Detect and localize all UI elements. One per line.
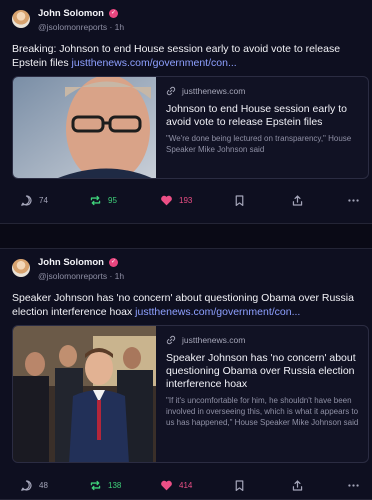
verified-icon: ✓	[108, 8, 118, 18]
bookmark-icon	[235, 479, 244, 491]
share-icon	[292, 479, 303, 491]
reply-count: 48	[39, 480, 48, 490]
repost-icon	[90, 195, 101, 205]
bookmark-button[interactable]	[233, 475, 246, 495]
verified-icon: ✓	[108, 257, 118, 267]
bookmark-icon	[235, 194, 244, 206]
feed-separator	[0, 224, 372, 248]
share-button[interactable]	[291, 475, 304, 495]
more-button[interactable]	[347, 190, 360, 210]
post-1[interactable]: John Solomon ✓ @jsolomonreports · 1h Bre…	[0, 0, 372, 224]
card-thumbnail	[13, 77, 156, 178]
repost-button[interactable]: 95	[89, 190, 117, 210]
link-card[interactable]: justthenews.com Johnson to end House ses…	[12, 76, 369, 179]
repost-count: 138	[108, 480, 122, 490]
card-description: "If it's uncomfortable for him, he shoul…	[166, 396, 359, 427]
post-meta: @jsolomonreports · 1h	[38, 22, 125, 32]
link-card[interactable]: justthenews.com Speaker Johnson has 'no …	[12, 325, 369, 463]
heart-icon	[161, 480, 172, 490]
link-icon	[166, 86, 176, 96]
post-link[interactable]: justthenews.com/government/con...	[135, 306, 300, 318]
reply-button[interactable]: 74	[20, 190, 48, 210]
like-count: 193	[179, 195, 193, 205]
post-time: 1h	[114, 271, 125, 281]
post-text: Speaker Johnson has 'no concern' about q…	[12, 292, 354, 318]
share-button[interactable]	[291, 190, 304, 210]
post-meta: @jsolomonreports · 1h	[38, 271, 125, 281]
card-domain: justthenews.com	[182, 335, 246, 345]
author-handle: @jsolomonreports	[38, 22, 108, 32]
post-time: 1h	[114, 22, 125, 32]
reply-button[interactable]: 48	[20, 475, 48, 495]
more-button[interactable]	[347, 475, 360, 495]
card-domain: justthenews.com	[182, 86, 246, 96]
post-2[interactable]: John Solomon ✓ @jsolomonreports · 1h Spe…	[0, 248, 372, 500]
card-title: Johnson to end House session early to av…	[166, 103, 347, 128]
author-name[interactable]: John Solomon	[38, 257, 104, 268]
post-header: John Solomon ✓ @jsolomonreports · 1h	[12, 6, 124, 32]
post-link[interactable]: justthenews.com/government/con...	[72, 57, 237, 69]
like-count: 414	[179, 480, 193, 490]
card-title: Speaker Johnson has 'no concern' about q…	[166, 352, 356, 390]
card-thumbnail	[13, 326, 156, 462]
like-button[interactable]: 193	[160, 190, 192, 210]
repost-button[interactable]: 138	[89, 475, 121, 495]
more-icon	[348, 198, 359, 202]
card-domain-row: justthenews.com	[166, 85, 360, 97]
author-handle: @jsolomonreports	[38, 271, 108, 281]
heart-icon	[161, 195, 172, 205]
post-text: Breaking: Johnson to end House session e…	[12, 43, 341, 69]
link-icon	[166, 335, 176, 345]
avatar[interactable]	[12, 259, 30, 277]
card-domain-row: justthenews.com	[166, 334, 360, 346]
post-actions: 48 138 414	[0, 475, 372, 495]
bookmark-button[interactable]	[233, 190, 246, 210]
like-button[interactable]: 414	[160, 475, 192, 495]
share-icon	[292, 194, 303, 206]
reply-icon	[21, 479, 32, 491]
avatar[interactable]	[12, 10, 30, 28]
more-icon	[348, 483, 359, 487]
author-name[interactable]: John Solomon	[38, 8, 104, 19]
repost-icon	[90, 480, 101, 490]
reply-icon	[21, 194, 32, 206]
post-actions: 74 95 193	[0, 190, 372, 210]
card-description: "We're done being lectured on transparen…	[166, 134, 352, 154]
repost-count: 95	[108, 195, 117, 205]
post-header: John Solomon ✓ @jsolomonreports · 1h	[12, 255, 124, 281]
reply-count: 74	[39, 195, 48, 205]
